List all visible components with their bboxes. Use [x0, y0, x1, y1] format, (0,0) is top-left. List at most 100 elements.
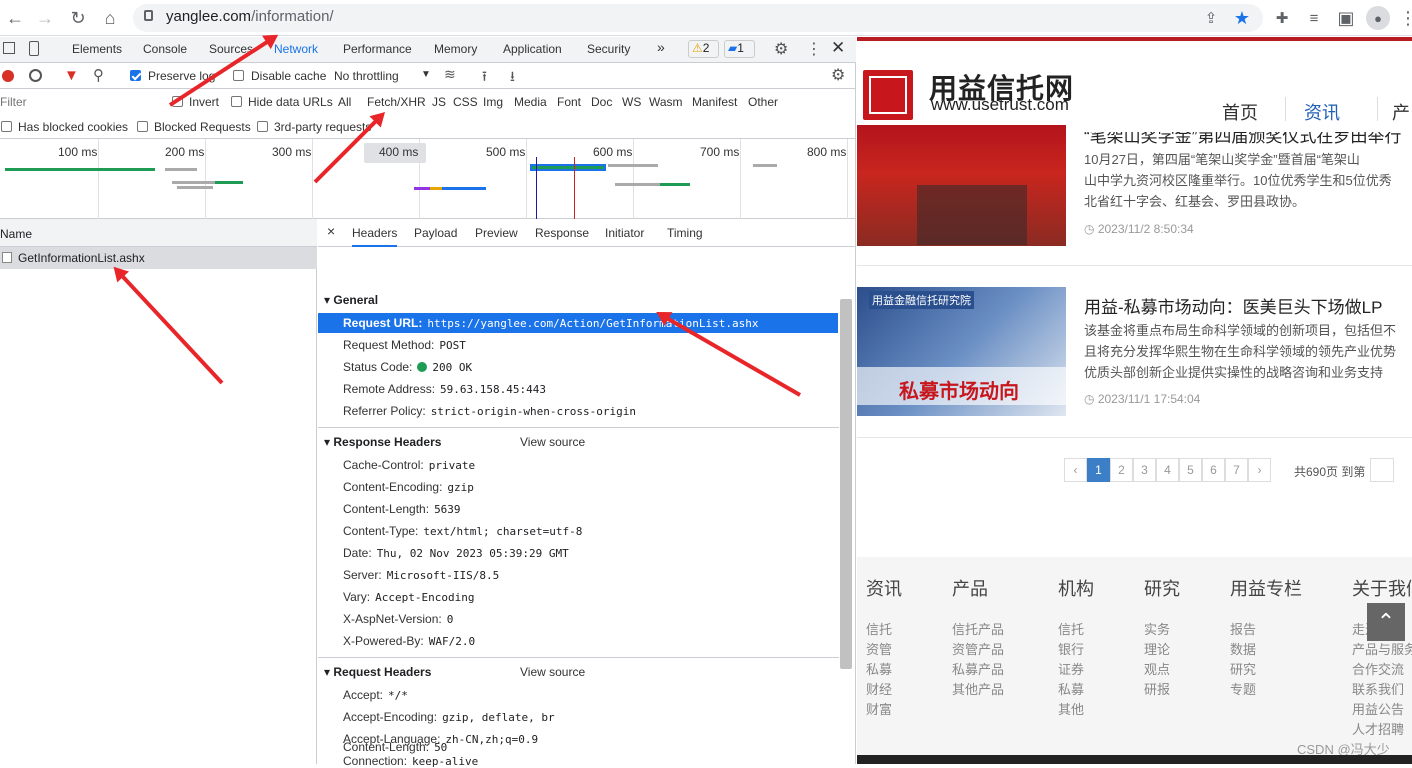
footer-link[interactable]: 信托	[1058, 619, 1084, 638]
footer-link[interactable]: 私募	[866, 659, 892, 678]
tab-elements[interactable]: Elements	[72, 42, 122, 56]
footer-link[interactable]: 产品与服务	[1352, 639, 1412, 658]
footer-link[interactable]: 观点	[1144, 659, 1170, 678]
blocked-requests-checkbox[interactable]	[137, 121, 148, 132]
warnings-badge[interactable]: ⚠2	[688, 40, 719, 58]
footer-link[interactable]: 数据	[1230, 639, 1256, 658]
devtools-menu-icon[interactable]: ⋮	[806, 39, 822, 59]
pagination-next[interactable]: ›	[1248, 458, 1271, 482]
device-toolbar-icon[interactable]	[29, 41, 39, 56]
type-filter-wasm[interactable]: Wasm	[649, 95, 683, 109]
network-overview-timeline[interactable]: 100 ms 200 ms 300 ms 400 ms 500 ms 600 m…	[0, 139, 856, 219]
page-jump-input[interactable]	[1370, 458, 1394, 482]
type-filter-font[interactable]: Font	[557, 95, 581, 109]
footer-link[interactable]: 理论	[1144, 639, 1170, 658]
profile-avatar-icon[interactable]: ●	[1366, 6, 1390, 30]
footer-link[interactable]: 合作交流	[1352, 659, 1404, 678]
close-details-button[interactable]: ×	[327, 223, 335, 239]
type-filter-img[interactable]: Img	[483, 95, 503, 109]
footer-link[interactable]: 报告	[1230, 619, 1256, 638]
footer-link[interactable]: 信托	[866, 619, 892, 638]
footer-column-title[interactable]: 关于我们	[1352, 575, 1412, 601]
tab-network[interactable]: Network	[274, 42, 318, 56]
type-filter-fetch-xhr[interactable]: Fetch/XHR	[367, 95, 426, 109]
type-filter-other[interactable]: Other	[748, 95, 778, 109]
footer-link[interactable]: 用益公告	[1352, 699, 1404, 718]
tab-performance[interactable]: Performance	[343, 42, 412, 56]
filter-funnel-icon[interactable]: ▼	[64, 67, 79, 84]
share-icon[interactable]: ⇪	[1199, 6, 1223, 30]
response-view-source-link[interactable]: View source	[520, 435, 585, 449]
disable-cache-checkbox[interactable]	[233, 70, 244, 81]
url-text[interactable]: yanglee.com/information/	[166, 8, 334, 25]
type-filter-media[interactable]: Media	[514, 95, 547, 109]
lock-icon[interactable]	[144, 10, 153, 21]
third-party-checkbox[interactable]	[257, 121, 268, 132]
footer-link[interactable]: 研报	[1144, 679, 1170, 698]
footer-column-title[interactable]: 用益专栏	[1230, 575, 1302, 601]
site-logo[interactable]	[863, 70, 913, 120]
network-conditions-icon[interactable]: ≋	[444, 66, 456, 83]
footer-link[interactable]: 银行	[1058, 639, 1084, 658]
footer-link[interactable]: 专题	[1230, 679, 1256, 698]
chevron-down-icon[interactable]: ▼	[421, 69, 431, 80]
pagination-page[interactable]: 2	[1110, 458, 1133, 482]
has-blocked-cookies-checkbox[interactable]	[1, 121, 12, 132]
request-url-row[interactable]: Request URL: https://yanglee.com/Action/G…	[343, 316, 758, 330]
footer-column-title[interactable]: 研究	[1144, 575, 1180, 601]
footer-link[interactable]: 财富	[866, 699, 892, 718]
network-settings-gear-icon[interactable]: ⚙	[831, 65, 845, 85]
pagination-page[interactable]: 5	[1179, 458, 1202, 482]
clear-icon[interactable]	[29, 69, 42, 82]
footer-link[interactable]: 信托产品	[952, 619, 1004, 638]
tab-timing[interactable]: Timing	[667, 226, 703, 240]
news-image[interactable]: 用益金融信托研究院 私募市场动向	[857, 287, 1066, 416]
footer-link[interactable]: 联系我们	[1352, 679, 1404, 698]
tab-response[interactable]: Response	[535, 226, 589, 240]
footer-link[interactable]: 私募	[1058, 679, 1084, 698]
news-title[interactable]: “笔架山奖学金”第四届颁奖仪式在罗田举行	[1084, 132, 1401, 147]
back-to-top-button[interactable]: ⌃	[1367, 603, 1405, 641]
reload-icon[interactable]: ↻	[66, 6, 90, 30]
tab-console[interactable]: Console	[143, 42, 187, 56]
footer-link[interactable]: 证券	[1058, 659, 1084, 678]
pagination-page[interactable]: 6	[1202, 458, 1225, 482]
footer-link[interactable]: 私募产品	[952, 659, 1004, 678]
request-view-source-link[interactable]: View source	[520, 665, 585, 679]
type-filter-js[interactable]: JS	[432, 95, 446, 109]
type-filter-doc[interactable]: Doc	[591, 95, 612, 109]
footer-link[interactable]: 资管产品	[952, 639, 1004, 658]
more-tabs-button[interactable]: »	[657, 39, 665, 55]
pagination-prev[interactable]: ‹	[1064, 458, 1087, 482]
side-panel-icon[interactable]: ▣	[1334, 6, 1358, 30]
footer-link[interactable]: 实务	[1144, 619, 1170, 638]
type-filter-all[interactable]: All	[338, 95, 351, 109]
footer-column-title[interactable]: 机构	[1058, 575, 1094, 601]
footer-column-title[interactable]: 资讯	[866, 575, 902, 601]
general-section-toggle[interactable]: ▾ General	[324, 293, 378, 307]
footer-column-title[interactable]: 产品	[952, 575, 988, 601]
menu-kebab-icon[interactable]: ⋮	[1396, 6, 1412, 30]
search-icon[interactable]: ⚲	[93, 66, 104, 84]
inspect-element-icon[interactable]	[3, 42, 15, 54]
export-har-icon[interactable]: ⭳	[510, 66, 515, 90]
record-icon[interactable]	[2, 70, 14, 82]
nav-home[interactable]: 首页	[1222, 99, 1258, 125]
footer-link[interactable]: 财经	[866, 679, 892, 698]
tab-preview[interactable]: Preview	[475, 226, 518, 240]
preserve-log-checkbox[interactable]	[130, 70, 141, 81]
footer-link[interactable]: 研究	[1230, 659, 1256, 678]
bookmark-star-icon[interactable]: ★	[1230, 6, 1254, 30]
column-name-header[interactable]: Name	[0, 227, 32, 241]
footer-link[interactable]: 资管	[866, 639, 892, 658]
table-row[interactable]: GetInformationList.ashx	[0, 247, 317, 269]
tab-initiator[interactable]: Initiator	[605, 226, 644, 240]
extensions-icon[interactable]: ✚	[1270, 6, 1294, 30]
news-image[interactable]	[857, 125, 1066, 246]
tab-headers[interactable]: Headers	[352, 226, 398, 247]
throttling-select[interactable]: No throttling	[334, 69, 399, 83]
back-icon[interactable]: ←	[3, 6, 27, 30]
response-headers-section-toggle[interactable]: ▾ Response Headers	[324, 435, 441, 449]
import-har-icon[interactable]: ⭱	[482, 66, 487, 90]
type-filter-css[interactable]: CSS	[453, 95, 478, 109]
